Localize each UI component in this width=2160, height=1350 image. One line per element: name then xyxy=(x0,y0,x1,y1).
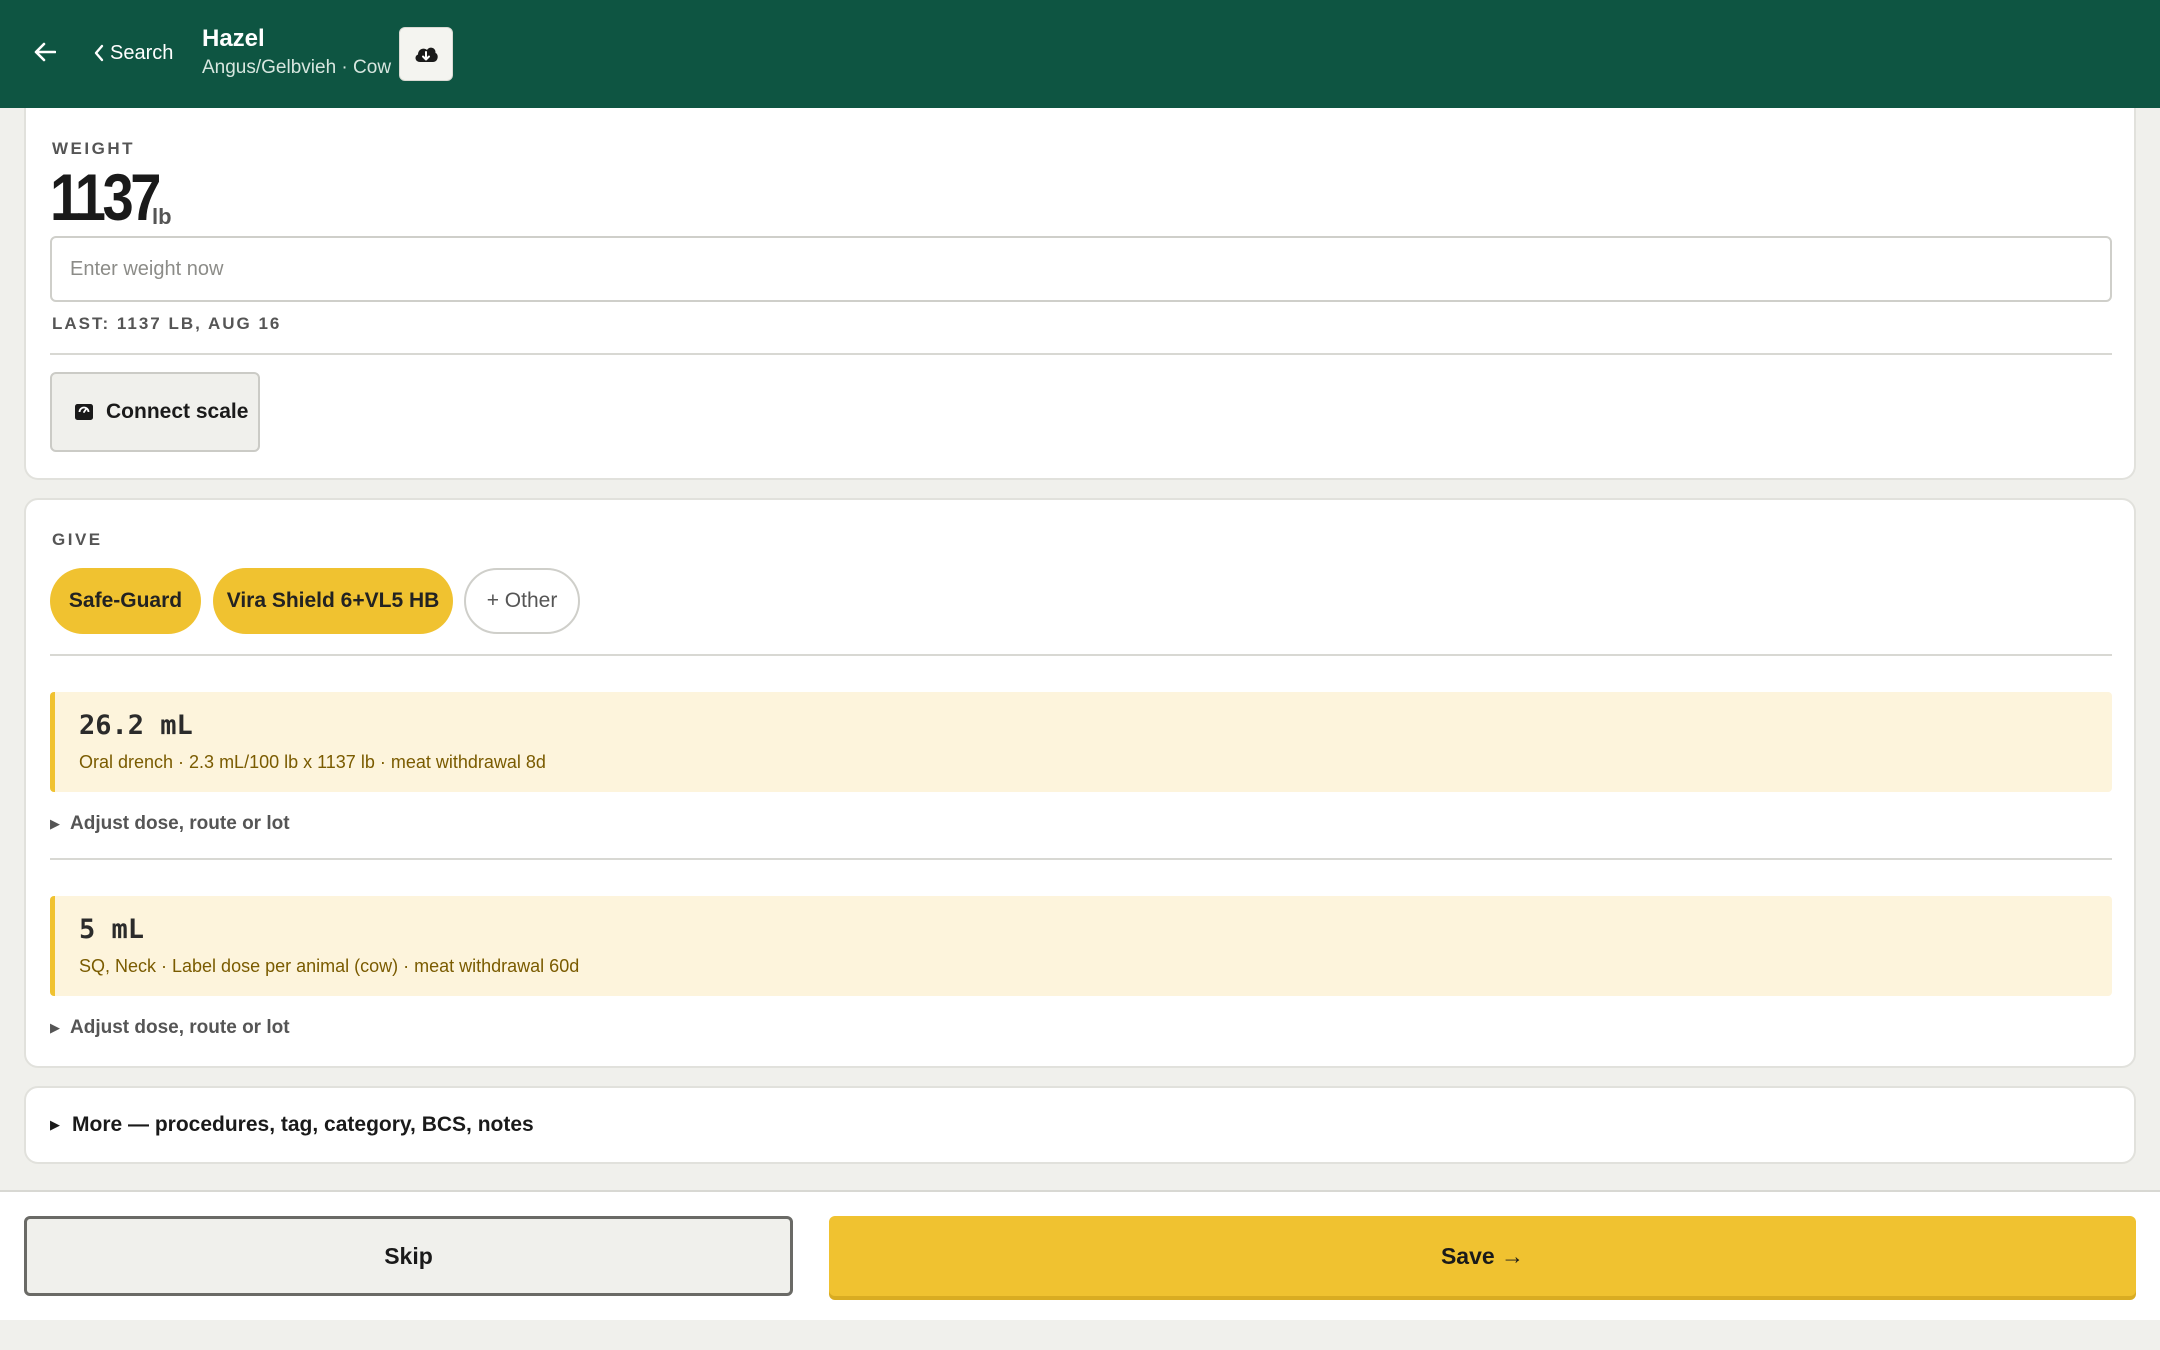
adjust-dose-label: Adjust dose, route or lot xyxy=(70,813,290,834)
cloud-download-icon xyxy=(415,47,438,62)
adjust-dose-label: Adjust dose, route or lot xyxy=(70,1017,290,1038)
dose-summary: 26.2 mL Oral drench · 2.3 mL/100 lb x 11… xyxy=(50,692,2112,792)
triangle-right-icon: ▶ xyxy=(50,816,60,831)
chip-safe-guard[interactable]: Safe-Guard xyxy=(50,568,201,634)
dose-summary: 5 mL SQ, Neck · Label dose per animal (c… xyxy=(50,896,2112,996)
weight-input[interactable] xyxy=(50,236,2112,302)
connect-scale-label: Connect scale xyxy=(106,400,249,423)
more-options-toggle[interactable]: ▶ More — procedures, tag, category, BCS,… xyxy=(24,1086,2136,1164)
chip-vira-shield[interactable]: Vira Shield 6+VL5 HB xyxy=(213,568,453,634)
search-link-label: Search xyxy=(110,41,174,64)
dose-amount: 26.2 mL xyxy=(79,710,193,741)
back-button[interactable] xyxy=(30,34,60,70)
divider xyxy=(50,353,2112,355)
top-bar: Search Hazel Angus/Gelbvieh · Cow xyxy=(0,0,2160,108)
chip-label: Vira Shield 6+VL5 HB xyxy=(226,589,440,612)
scale-icon xyxy=(75,404,93,420)
triangle-right-icon: ▶ xyxy=(50,1020,60,1035)
triangle-right-icon: ▶ xyxy=(50,1117,60,1132)
divider xyxy=(50,858,2112,860)
animal-name: Hazel xyxy=(202,25,265,52)
last-weight-note: LAST: 1137 LB, AUG 16 xyxy=(52,314,282,333)
divider xyxy=(50,654,2112,656)
adjust-dose-toggle[interactable]: ▶ Adjust dose, route or lot xyxy=(50,811,290,837)
connect-scale-button[interactable]: Connect scale xyxy=(50,372,260,452)
weight-value: 1137 xyxy=(50,160,162,234)
sync-button[interactable] xyxy=(399,27,453,81)
adjust-dose-toggle[interactable]: ▶ Adjust dose, route or lot xyxy=(50,1015,290,1041)
dose-detail: SQ, Neck · Label dose per animal (cow) ·… xyxy=(79,956,580,976)
more-options-label: More — procedures, tag, category, BCS, n… xyxy=(72,1113,534,1136)
animal-title-block: Hazel Angus/Gelbvieh · Cow xyxy=(202,24,391,81)
chevron-left-icon xyxy=(94,44,104,62)
chip-label: Safe-Guard xyxy=(68,589,183,612)
animal-subtitle: Angus/Gelbvieh · Cow xyxy=(202,57,392,78)
weight-unit: lb xyxy=(152,204,172,229)
weight-card: WEIGHT 1137 lb LAST: 1137 LB, AUG 16 Con… xyxy=(24,108,2136,480)
skip-button[interactable]: Skip xyxy=(24,1216,793,1296)
dose-detail: Oral drench · 2.3 mL/100 lb x 1137 lb · … xyxy=(79,752,546,772)
search-link[interactable]: Search xyxy=(94,38,173,68)
chip-label: + Other xyxy=(486,589,558,612)
action-footer: Skip Save → xyxy=(0,1190,2160,1320)
arrow-left-icon xyxy=(34,42,56,62)
save-button[interactable]: Save → xyxy=(829,1216,2136,1296)
weight-section-label: WEIGHT xyxy=(52,139,135,158)
dose-amount: 5 mL xyxy=(79,914,145,945)
give-section-label: GIVE xyxy=(52,530,103,549)
give-card: GIVE Safe-Guard Vira Shield 6+VL5 HB + O… xyxy=(24,498,2136,1068)
add-other-chip[interactable]: + Other xyxy=(464,568,580,634)
